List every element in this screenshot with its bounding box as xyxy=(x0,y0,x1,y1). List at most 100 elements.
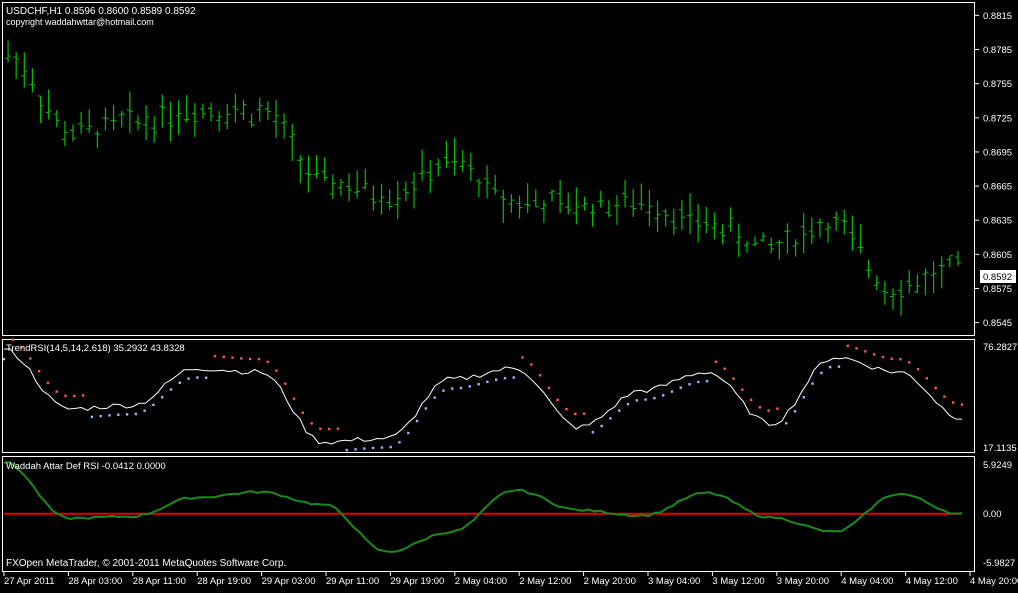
trendrsi-dot xyxy=(916,367,920,371)
trendrsi-dot xyxy=(626,403,630,406)
trendrsi-min-label: 17.1135 xyxy=(983,443,1017,454)
trendrsi-dot xyxy=(908,361,911,364)
trendrsi-dot xyxy=(371,446,375,450)
time-tick-label: 3 May 12:00 xyxy=(712,576,764,587)
trendrsi-dot xyxy=(29,357,32,360)
trendrsi-dot xyxy=(661,394,665,397)
trendrsi-dot xyxy=(609,417,612,420)
trendrsi-dot xyxy=(433,396,436,399)
waddah-max-label: 5.9249 xyxy=(983,460,1012,471)
metatrader-chart-window[interactable]: 0.8815 0.8785 0.8755 0.8725 0.8695 0.8665 0.86… xyxy=(0,0,1018,588)
time-tick-label: 2 May 12:00 xyxy=(519,576,571,587)
trendrsi-dot xyxy=(705,380,709,383)
trendrsi-dot xyxy=(846,344,849,348)
trendrsi-dot xyxy=(81,394,85,397)
copyright-text: copyright waddahwttar@hotmail.com xyxy=(6,17,154,27)
trendrsi-dot xyxy=(679,386,682,389)
trendrsi-dot xyxy=(125,413,129,416)
trendrsi-dot xyxy=(688,383,691,386)
trendrsi-dot xyxy=(134,412,138,416)
trendrsi-dot xyxy=(222,355,225,359)
trendrsi-dot xyxy=(196,376,199,379)
waddah-zero-label: 0.00 xyxy=(983,509,1002,520)
trendrsi-dot xyxy=(881,355,885,359)
trendrsi-label: TrendRSI(14,5,14,2.618) 35.2932 43.8328 xyxy=(6,343,185,354)
trendrsi-dot xyxy=(46,381,50,385)
trendrsi-dot xyxy=(776,407,779,410)
time-tick-label: 27 Apr 2011 xyxy=(4,576,55,587)
trendrsi-dot xyxy=(415,419,419,423)
trendrsi-dot xyxy=(767,409,770,412)
price-tick-label: 0.8635 xyxy=(983,216,1012,227)
trendrsi-dot xyxy=(960,403,964,406)
price-tick-label: 0.8605 xyxy=(983,250,1012,261)
trendrsi-dot xyxy=(600,424,603,428)
trendrsi-dot xyxy=(785,422,788,425)
trendrsi-dot xyxy=(477,383,480,386)
trendrsi-dot xyxy=(55,390,58,393)
trendrsi-dot xyxy=(793,410,797,413)
trendrsi-dot xyxy=(872,353,876,356)
trendrsi-dot xyxy=(741,388,744,391)
trendrsi-dot xyxy=(108,414,111,417)
time-tick-label: 29 Apr 03:00 xyxy=(262,576,316,587)
price-tick-label: 0.8695 xyxy=(983,147,1012,158)
trendrsi-dot xyxy=(732,377,735,380)
waddah-label: Waddah Attar Def RSI -0.0412 0.0000 xyxy=(6,461,166,472)
trendrsi-dot xyxy=(837,365,841,368)
trendrsi-dot xyxy=(864,350,867,353)
trendrsi-dot xyxy=(187,377,190,380)
trendrsi-dot xyxy=(424,407,428,410)
price-tick-label: 0.8545 xyxy=(983,318,1012,329)
trendrsi-dot xyxy=(407,431,410,435)
trendrsi-dot xyxy=(354,448,357,451)
symbol-ohlc-text: USDCHF,H1 0.8596 0.8600 0.8589 0.8592 xyxy=(6,6,196,17)
trendrsi-dot xyxy=(952,401,955,404)
trendrsi-dot xyxy=(73,394,76,398)
trendrsi-dot xyxy=(161,396,164,399)
trendrsi-dot xyxy=(503,376,507,380)
current-price-label: 0.8592 xyxy=(983,272,1012,283)
trendrsi-dot xyxy=(319,427,322,430)
trendrsi-dot xyxy=(336,427,340,430)
trendrsi-dot xyxy=(37,369,41,373)
footer-copyright: FXOpen MetaTrader, © 2001-2011 MetaQuote… xyxy=(6,558,286,569)
trendrsi-dot xyxy=(591,431,595,434)
time-tick-label: 29 Apr 19:00 xyxy=(390,576,444,587)
time-tick-label: 28 Apr 11:00 xyxy=(133,576,186,587)
trendrsi-dot xyxy=(99,414,102,418)
time-tick-label: 4 May 12:00 xyxy=(906,576,958,587)
time-tick-label: 3 May 04:00 xyxy=(648,576,700,587)
trendrsi-dot xyxy=(749,398,753,402)
trendrsi-dot xyxy=(547,386,551,390)
trendrsi-dot xyxy=(486,380,489,384)
trendrsi-dot xyxy=(204,376,208,379)
trendrsi-dot xyxy=(530,363,533,366)
trendrsi-max-label: 76.2827 xyxy=(983,342,1017,353)
trendrsi-dot xyxy=(670,390,674,393)
trendrsi-dot xyxy=(925,377,929,380)
time-tick-label: 28 Apr 19:00 xyxy=(197,576,251,587)
trendrsi-dot xyxy=(899,358,902,361)
trendrsi-dot xyxy=(380,446,384,449)
price-tick-label: 0.8575 xyxy=(983,284,1012,295)
trendrsi-dot xyxy=(363,447,366,450)
trendrsi-dot xyxy=(644,398,647,401)
time-tick-label: 4 May 04:00 xyxy=(841,576,893,587)
trendrsi-dot xyxy=(143,409,146,412)
trendrsi-dot xyxy=(758,406,762,409)
trendrsi-dot xyxy=(468,385,472,388)
trendrsi-dot xyxy=(943,395,946,398)
trendrsi-dot xyxy=(213,354,217,358)
trendrsi-dot xyxy=(820,371,823,375)
trendrsi-dot xyxy=(248,357,252,361)
trendrsi-dot xyxy=(714,360,718,363)
trendrsi-dot xyxy=(2,357,6,361)
trendrsi-dot xyxy=(266,360,269,364)
trendrsi-dot xyxy=(310,422,313,425)
time-tick-label: 28 Apr 03:00 xyxy=(68,576,122,587)
chart-background xyxy=(0,0,1018,588)
price-tick-label: 0.8665 xyxy=(983,182,1012,193)
time-tick-label: 4 May 20:00 xyxy=(970,576,1018,587)
trendrsi-dot xyxy=(934,386,937,390)
